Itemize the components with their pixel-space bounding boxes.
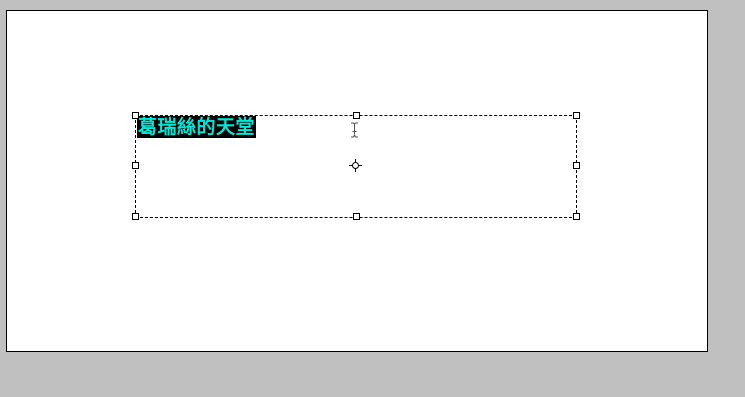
selected-text[interactable]: 葛瑞絲的天堂 bbox=[137, 116, 257, 138]
resize-handle-bottom-middle[interactable] bbox=[353, 213, 360, 220]
resize-handle-middle-right[interactable] bbox=[573, 162, 580, 169]
resize-handle-bottom-left[interactable] bbox=[132, 213, 139, 220]
resize-handle-bottom-right[interactable] bbox=[573, 213, 580, 220]
document-canvas[interactable]: 葛瑞絲的天堂 bbox=[6, 10, 708, 352]
crosshair-icon bbox=[349, 159, 362, 172]
resize-handle-middle-left[interactable] bbox=[132, 162, 139, 169]
resize-handle-top-right[interactable] bbox=[573, 112, 580, 119]
resize-handle-top-middle[interactable] bbox=[353, 112, 360, 119]
resize-handle-top-left[interactable] bbox=[132, 112, 139, 119]
text-bounding-box[interactable]: 葛瑞絲的天堂 bbox=[132, 112, 580, 220]
text-ibeam-icon bbox=[351, 122, 358, 138]
